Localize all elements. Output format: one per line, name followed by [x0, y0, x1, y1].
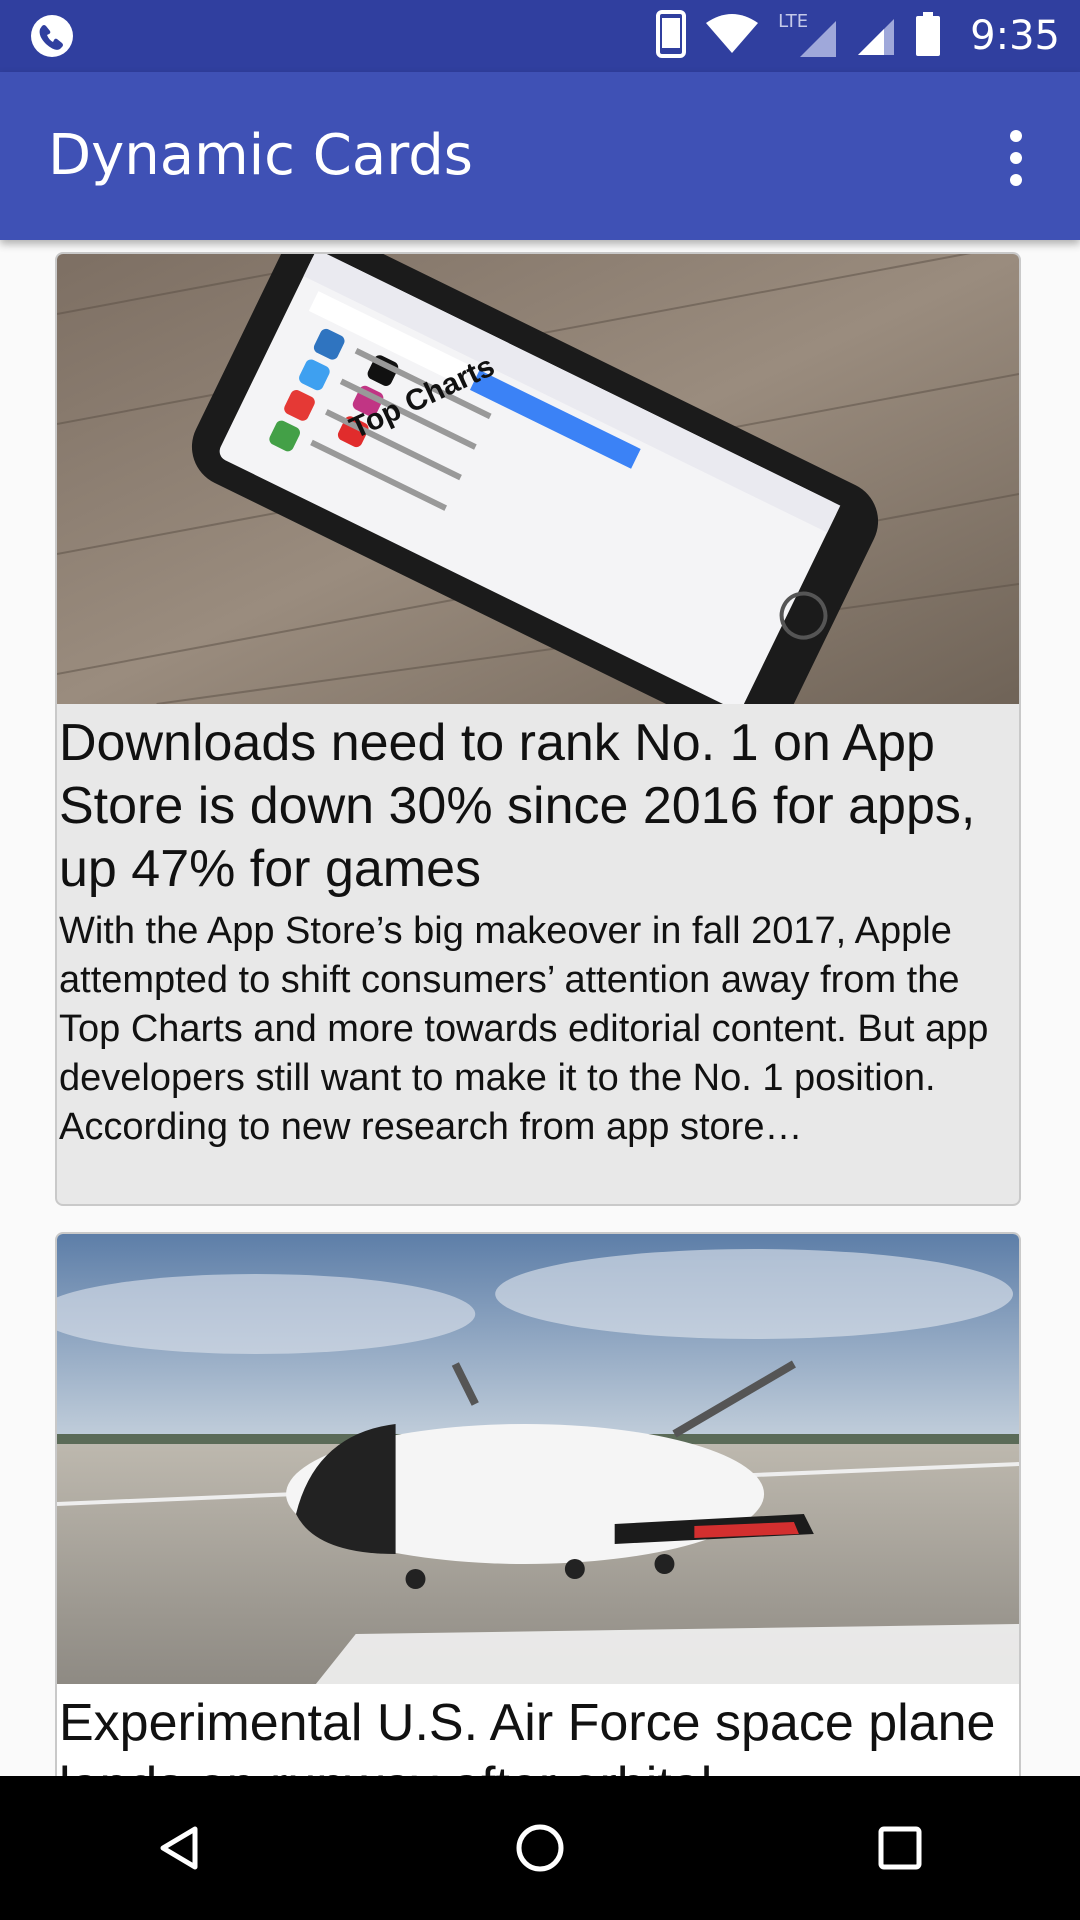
back-icon[interactable] [135, 1803, 225, 1893]
smartphone-top-charts-image: Top Charts [57, 254, 1019, 704]
battery-icon [914, 10, 942, 62]
navigation-bar [0, 1776, 1080, 1920]
news-card[interactable]: Experimental U.S. Air Force space plane … [55, 1232, 1021, 1776]
app-bar: Dynamic Cards [0, 72, 1080, 240]
wifi-icon [704, 13, 760, 59]
signal-icon [856, 11, 896, 61]
card-list[interactable]: Top Charts Downloads need to rank No. 1 … [0, 240, 1080, 1776]
card-title: Experimental U.S. Air Force space plane … [59, 1694, 996, 1776]
phone-call-icon [28, 14, 78, 58]
card-body: With the App Store’s big makeover in fal… [59, 910, 989, 1148]
news-card[interactable]: Top Charts Downloads need to rank No. 1 … [55, 252, 1021, 1206]
home-icon[interactable] [495, 1803, 585, 1893]
more-vert-icon[interactable] [996, 130, 1036, 186]
card-title: Downloads need to rank No. 1 on App Stor… [59, 714, 976, 898]
status-time: 9:35 [970, 13, 1060, 59]
recents-icon[interactable] [855, 1803, 945, 1893]
page-title: Dynamic Cards [48, 123, 473, 188]
phone-device-icon [656, 10, 687, 62]
signal-icon: LTE [778, 11, 838, 59]
status-bar: LTE 9:35 [0, 0, 1080, 72]
space-plane-runway-image [57, 1234, 1019, 1684]
